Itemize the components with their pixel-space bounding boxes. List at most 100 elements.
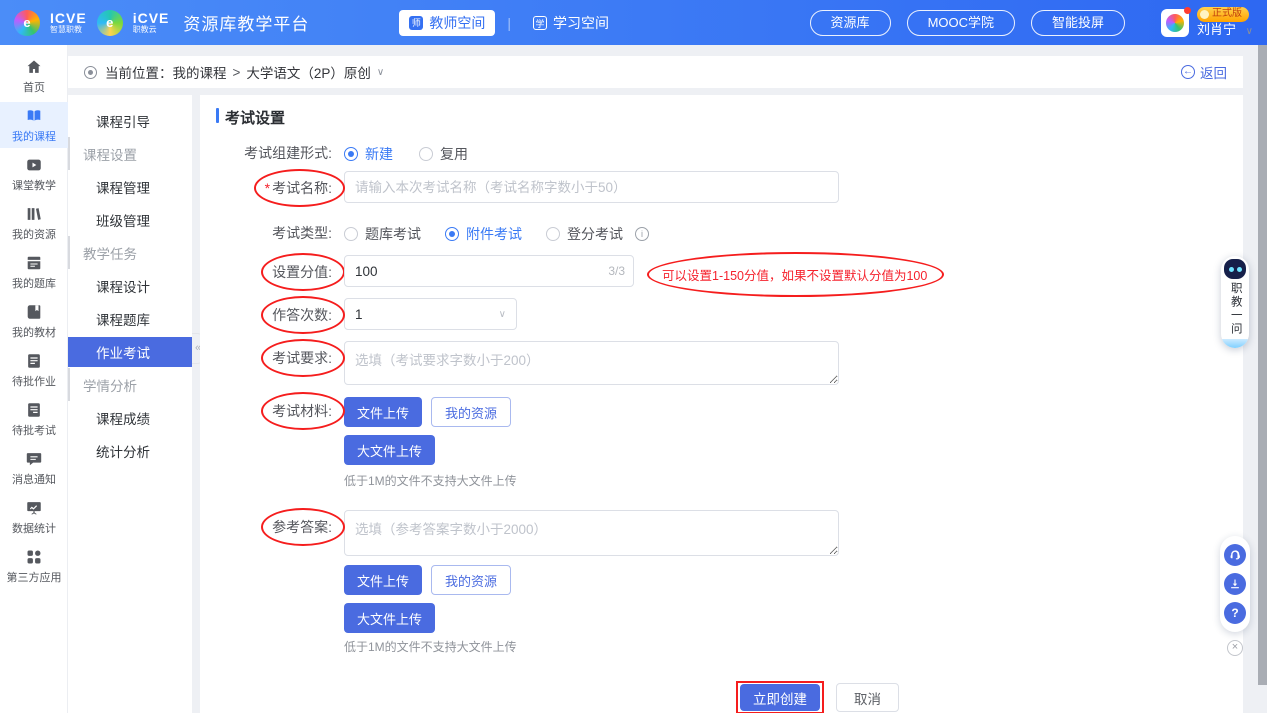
breadcrumb-prefix: 当前位置： xyxy=(105,62,173,82)
breadcrumb-current-course[interactable]: 大学语文（2P）原创 xyxy=(246,62,371,82)
nav-teacher-space[interactable]: 师 教师空间 xyxy=(399,10,495,36)
answer-label-annotated: 参考答案: xyxy=(272,517,332,537)
create-now-button[interactable]: 立即创建 xyxy=(740,684,820,711)
materials-big-file-upload-button[interactable]: 大文件上传 xyxy=(344,435,435,465)
assistant-widget[interactable]: 职教一问 xyxy=(1221,256,1249,348)
download-icon[interactable] xyxy=(1224,573,1246,595)
menu-item-course-guide[interactable]: 课程引导 xyxy=(68,104,192,137)
home-icon xyxy=(25,58,43,76)
row-exam-type: 考试类型: 题库考试 附件考试 登分考试 i xyxy=(216,223,649,244)
user-area[interactable]: 正式版 刘肖宁 ∨ xyxy=(1161,7,1253,39)
question-bank-icon xyxy=(25,254,43,272)
materials-my-resources-button[interactable]: 我的资源 xyxy=(431,397,511,427)
radio-attachment-exam[interactable]: 附件考试 xyxy=(445,224,522,244)
sidebar-item-my-textbooks[interactable]: 我的教材 xyxy=(0,298,68,344)
breadcrumb: 当前位置： 我的课程 > 大学语文（2P）原创 ∨ ← 返回 xyxy=(68,56,1243,88)
row-materials-big-upload: 大文件上传 xyxy=(216,435,435,465)
scrollbar-thumb[interactable] xyxy=(1258,45,1267,685)
sidebar-item-data-statistics[interactable]: 数据统计 xyxy=(0,494,68,540)
row-answer-big-upload: 大文件上传 xyxy=(216,603,435,633)
radio-unselected-icon xyxy=(419,147,433,161)
row-answer: 参考答案: xyxy=(216,510,839,561)
menu-item-course-question-bank[interactable]: 课程题库 xyxy=(68,302,192,335)
row-attempts: 作答次数: 1 ∨ xyxy=(216,298,517,330)
robot-icon xyxy=(1224,259,1246,279)
radio-reuse[interactable]: 复用 xyxy=(419,144,468,164)
menu-item-course-management[interactable]: 课程管理 xyxy=(68,170,192,203)
answer-file-upload-button[interactable]: 文件上传 xyxy=(344,565,422,595)
breadcrumb-my-courses[interactable]: 我的课程 xyxy=(173,62,227,82)
avatar-logo-icon xyxy=(1166,14,1184,32)
resource-library-button[interactable]: 资源库 xyxy=(810,10,891,36)
select-chevron-down-icon: ∨ xyxy=(499,309,506,320)
exam-name-label-annotated: *考试名称: xyxy=(265,178,332,198)
study-space-icon: 学 xyxy=(533,16,547,30)
textbook-icon xyxy=(25,303,43,321)
radio-new[interactable]: 新建 xyxy=(344,144,393,164)
materials-note: 低于1M的文件不支持大文件上传 xyxy=(344,472,517,489)
page-scrollbar[interactable] xyxy=(1258,45,1267,713)
exam-name-input[interactable] xyxy=(344,171,839,203)
materials-label-annotated: 考试材料: xyxy=(272,401,332,421)
radio-grade-entry-exam[interactable]: 登分考试 xyxy=(546,224,623,244)
menu-item-course-grades[interactable]: 课程成绩 xyxy=(68,401,192,434)
back-button[interactable]: ← 返回 xyxy=(1181,62,1227,82)
answer-textarea[interactable] xyxy=(344,510,839,556)
smart-casting-button[interactable]: 智能投屏 xyxy=(1031,10,1125,36)
customer-service-icon[interactable] xyxy=(1224,544,1246,566)
sidebar-item-classroom-teaching[interactable]: 课堂教学 xyxy=(0,151,68,197)
location-pin-icon xyxy=(84,66,97,79)
row-build-type: 考试组建形式: 新建 复用 xyxy=(216,143,468,164)
sidebar-item-exams-to-grade[interactable]: 待批考试 xyxy=(0,396,68,442)
top-header: e ICVE 智慧职教 e iCVE 职教云 资源库教学平台 师 教师空间 | … xyxy=(0,0,1267,45)
radio-unselected-icon xyxy=(546,227,560,241)
info-icon[interactable]: i xyxy=(635,227,649,241)
score-input[interactable] xyxy=(344,255,634,287)
close-floating-bar-icon[interactable]: × xyxy=(1227,640,1243,656)
build-type-label: 考试组建形式: xyxy=(216,143,332,163)
course-chevron-down-icon[interactable]: ∨ xyxy=(377,67,384,78)
requirements-textarea[interactable] xyxy=(344,341,839,385)
teacher-space-icon: 师 xyxy=(409,16,423,30)
user-name[interactable]: 刘肖宁 ∨ xyxy=(1197,22,1253,39)
attempts-select[interactable]: 1 ∨ xyxy=(344,298,517,330)
exam-doc-icon xyxy=(25,401,43,419)
row-answer-note: 低于1M的文件不支持大文件上传 xyxy=(216,638,517,655)
menu-item-class-management[interactable]: 班级管理 xyxy=(68,203,192,236)
edition-badge: 正式版 xyxy=(1197,7,1249,22)
nav-divider: | xyxy=(507,15,511,31)
avatar[interactable] xyxy=(1161,9,1189,37)
sidebar-item-homework-to-grade[interactable]: 待批作业 xyxy=(0,347,68,393)
sidebar-item-home[interactable]: 首页 xyxy=(0,53,68,99)
sidebar-item-my-resources[interactable]: 我的资源 xyxy=(0,200,68,246)
play-icon xyxy=(25,156,43,174)
help-icon[interactable]: ? xyxy=(1224,602,1246,624)
answer-big-file-upload-button[interactable]: 大文件上传 xyxy=(344,603,435,633)
nav-study-space[interactable]: 学 学习空间 xyxy=(523,10,619,36)
answer-my-resources-button[interactable]: 我的资源 xyxy=(431,565,511,595)
mooc-academy-button[interactable]: MOOC学院 xyxy=(907,10,1015,36)
sidebar-item-my-courses[interactable]: 我的课程 xyxy=(0,102,68,148)
header-nav: 师 教师空间 | 学 学习空间 xyxy=(399,10,619,36)
score-label-annotated: 设置分值: xyxy=(272,262,332,282)
menu-item-homework-exams[interactable]: 作业考试 xyxy=(68,337,192,367)
exam-settings-panel: 考试设置 考试组建形式: 新建 复用 *考试名称: 考试类型: 题库考试 附件考… xyxy=(200,95,1243,713)
menu-item-statistical-analysis[interactable]: 统计分析 xyxy=(68,434,192,467)
notification-dot-icon xyxy=(1184,7,1191,14)
user-chevron-down-icon: ∨ xyxy=(1246,26,1253,37)
requirements-label-annotated: 考试要求: xyxy=(272,348,332,368)
radio-selected-icon xyxy=(344,147,358,161)
sidebar-item-my-question-bank[interactable]: 我的题库 xyxy=(0,249,68,295)
attempts-label-annotated: 作答次数: xyxy=(272,305,332,325)
icve-zhijiaoyun-logo-icon: e xyxy=(97,10,123,36)
materials-file-upload-button[interactable]: 文件上传 xyxy=(344,397,422,427)
course-menu: 课程引导 课程设置 课程管理 班级管理 教学任务 课程设计 课程题库 作业考试 … xyxy=(68,95,192,713)
menu-item-course-design[interactable]: 课程设计 xyxy=(68,269,192,302)
required-mark: * xyxy=(265,180,270,196)
sidebar-item-message-notifications[interactable]: 消息通知 xyxy=(0,445,68,491)
row-answer-uploads: 文件上传 我的资源 xyxy=(216,565,511,595)
cancel-button[interactable]: 取消 xyxy=(836,683,899,712)
sidebar-item-third-party-apps[interactable]: 第三方应用 xyxy=(0,543,68,589)
radio-question-bank-exam[interactable]: 题库考试 xyxy=(344,224,421,244)
row-exam-name: *考试名称: xyxy=(216,171,839,203)
